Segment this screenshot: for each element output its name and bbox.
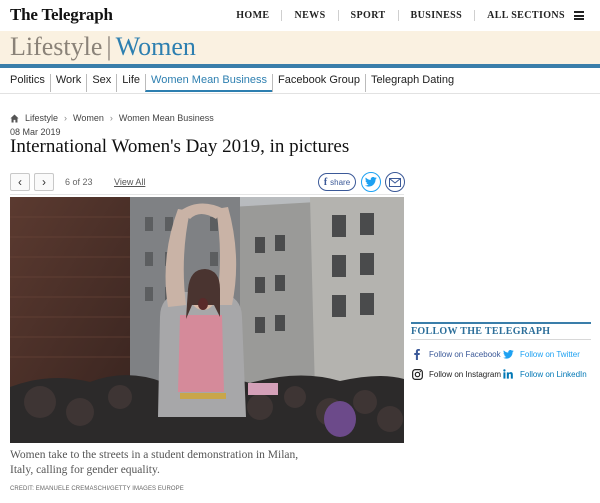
follow-instagram-label: Follow on Instagram (429, 369, 502, 379)
subnav-divider (0, 93, 600, 94)
twitter-share-button[interactable] (361, 172, 381, 192)
breadcrumb-lifestyle[interactable]: Lifestyle (25, 113, 58, 123)
follow-linkedin-label: Follow on LinkedIn (520, 369, 587, 379)
article-headline: International Women's Day 2019, in pictu… (10, 136, 350, 157)
linkedin-icon (502, 368, 514, 380)
gallery-counter: 6 of 23 (65, 177, 93, 187)
nav-sport[interactable]: SPORT (337, 10, 398, 21)
gallery-divider (10, 194, 404, 195)
view-all-link[interactable]: View All (114, 177, 145, 187)
section-lifestyle-link[interactable]: Lifestyle (10, 32, 102, 61)
section-women-link[interactable]: Women (116, 32, 196, 61)
instagram-icon (411, 368, 423, 380)
twitter-icon (502, 348, 514, 360)
twitter-icon (365, 177, 377, 187)
next-button[interactable]: › (34, 173, 54, 191)
share-label: share (330, 177, 351, 187)
chevron-right-icon: › (42, 175, 46, 189)
email-icon (389, 177, 401, 187)
follow-title: FOLLOW THE TELEGRAPH (411, 326, 551, 337)
chevron-right-icon: › (64, 113, 68, 123)
subnav-life[interactable]: Life (116, 74, 145, 92)
follow-twitter-link[interactable]: Follow on Twitter (502, 348, 580, 360)
subnav-sex[interactable]: Sex (86, 74, 116, 92)
follow-facebook-link[interactable]: Follow on Facebook (411, 348, 501, 360)
gallery-photo[interactable] (10, 197, 404, 443)
chevron-right-icon: › (109, 113, 113, 123)
home-icon[interactable] (10, 113, 19, 123)
telegraph-logo[interactable]: The Telegraph (10, 5, 113, 25)
subnav-work[interactable]: Work (49, 74, 86, 92)
nav-home[interactable]: HOME (224, 10, 281, 21)
breadcrumb-women[interactable]: Women (73, 113, 104, 123)
subnav-women-mean-business[interactable]: Women Mean Business (145, 74, 272, 92)
gallery-controls: ‹ › 6 of 23 View All f share (10, 171, 405, 193)
breadcrumb: Lifestyle › Women › Women Mean Business (10, 113, 214, 123)
section-header: Lifestyle | Women (0, 31, 600, 64)
follow-divider (411, 339, 591, 340)
previous-button[interactable]: ‹ (10, 173, 30, 191)
nav-business[interactable]: BUSINESS (397, 10, 475, 21)
follow-rule (411, 322, 591, 324)
section-divider: | (106, 32, 112, 61)
follow-twitter-label: Follow on Twitter (520, 349, 580, 359)
email-share-button[interactable] (385, 172, 405, 192)
top-nav: HOME NEWS SPORT BUSINESS ALL SECTIONS (224, 10, 590, 21)
breadcrumb-women-mean-business[interactable]: Women Mean Business (119, 113, 214, 123)
subnav-facebook-group[interactable]: Facebook Group (272, 74, 365, 92)
nav-news[interactable]: NEWS (281, 10, 337, 21)
follow-linkedin-link[interactable]: Follow on LinkedIn (502, 368, 587, 380)
nav-all-sections-label: ALL SECTIONS (487, 10, 565, 21)
photo-caption: Women take to the streets in a student d… (10, 449, 299, 476)
subnav-telegraph-dating[interactable]: Telegraph Dating (364, 74, 459, 92)
protest-photo-illustration (10, 197, 404, 443)
facebook-icon: f (323, 176, 328, 188)
top-bar: The Telegraph HOME NEWS SPORT BUSINESS A… (0, 0, 600, 31)
photo-credit: CREDIT: EMANUELE CREMASCHI/GETTY IMAGES … (10, 486, 184, 492)
chevron-left-icon: ‹ (18, 175, 22, 189)
facebook-share-button[interactable]: f share (318, 173, 356, 191)
follow-instagram-link[interactable]: Follow on Instagram (411, 368, 501, 380)
nav-all-sections[interactable]: ALL SECTIONS (474, 10, 590, 21)
hamburger-menu-icon[interactable] (574, 11, 584, 20)
subnav-politics[interactable]: Politics (10, 74, 50, 92)
section-title: Lifestyle | Women (10, 31, 196, 63)
follow-facebook-label: Follow on Facebook (429, 349, 501, 359)
facebook-icon (411, 348, 423, 360)
section-rule (0, 64, 600, 68)
sub-nav: Politics Work Sex Life Women Mean Busine… (10, 74, 459, 92)
